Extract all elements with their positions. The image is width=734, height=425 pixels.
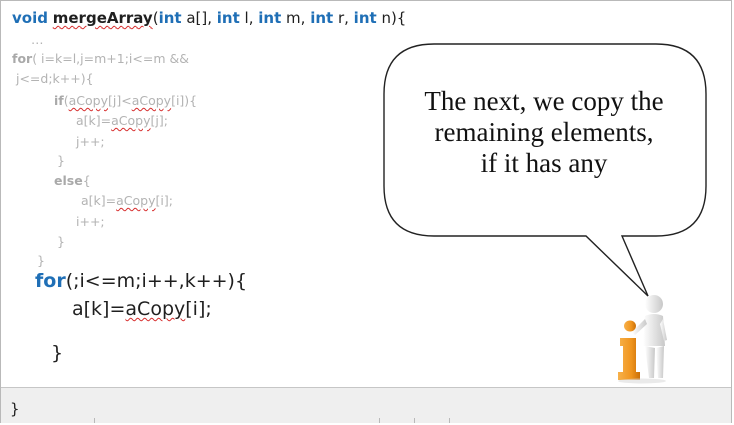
- callout-line-2: remaining elements,: [434, 117, 654, 147]
- callout-line-1: The next, we copy the: [424, 86, 664, 116]
- info-person-icon: [618, 295, 667, 384]
- callout-text: The next, we copy the remaining elements…: [392, 86, 696, 179]
- callout-line-3: if it has any: [480, 148, 608, 178]
